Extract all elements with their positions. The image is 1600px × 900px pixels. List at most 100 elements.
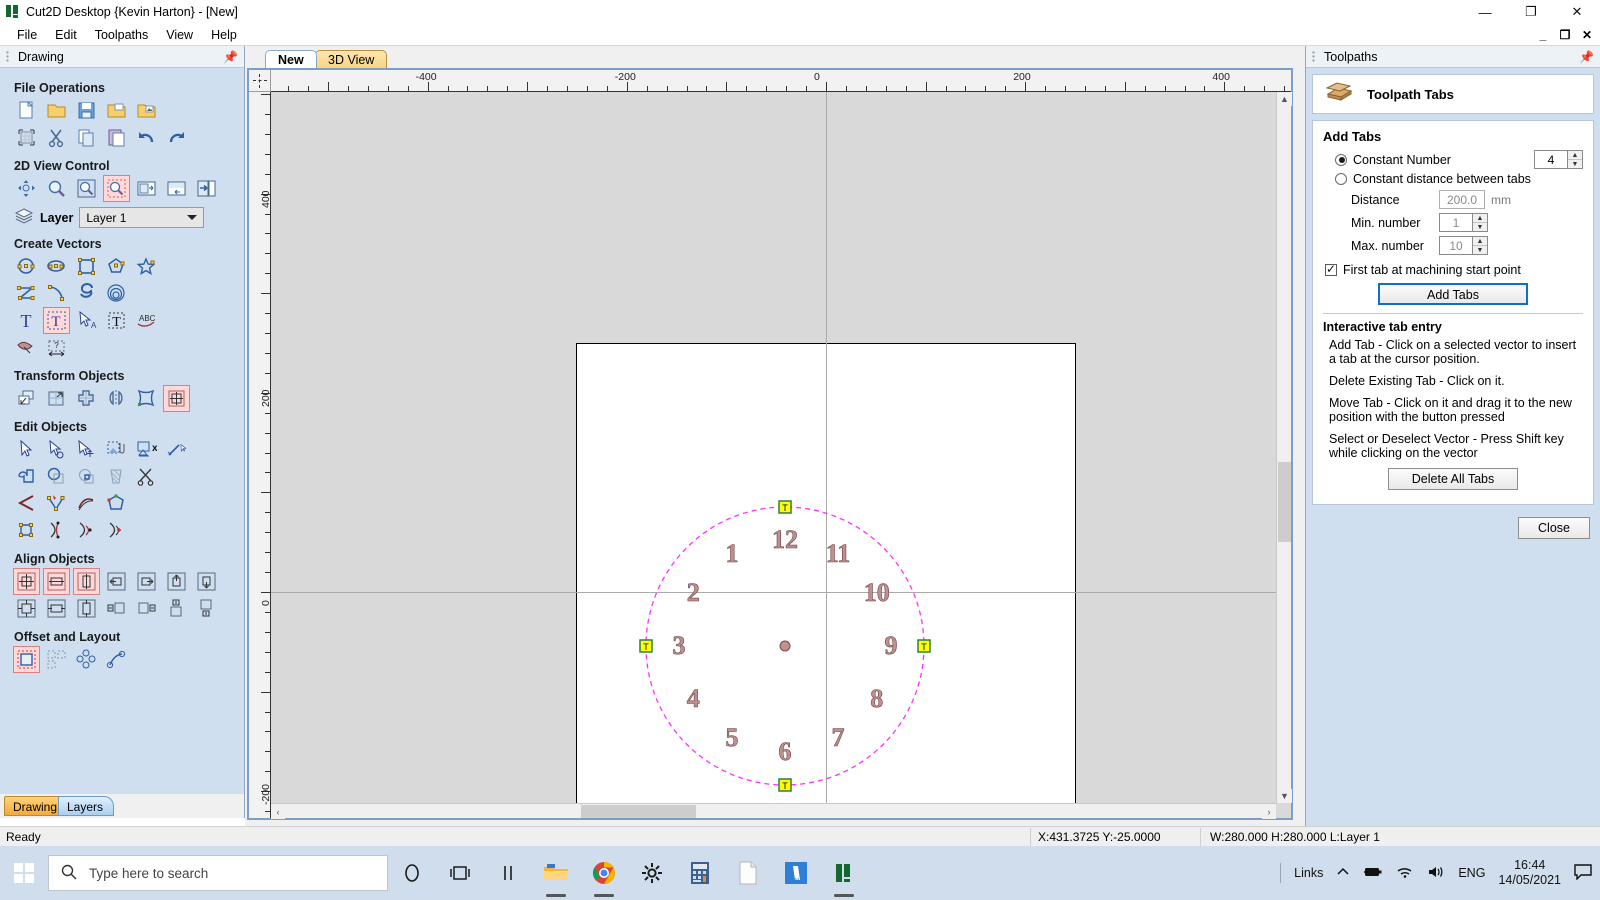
clock-numeral[interactable]: 1 (726, 539, 739, 568)
min-number-stepper[interactable]: ▲▼ (1439, 213, 1488, 232)
constant-number-radio-row[interactable]: Constant Number ▲▼ (1335, 150, 1583, 169)
vertical-scroll-thumb[interactable] (1278, 462, 1291, 542)
text-on-curve-icon[interactable]: ABC (134, 308, 159, 333)
undo-icon[interactable] (134, 125, 159, 150)
clock-face-drawing[interactable]: 121234567891011TTTT (271, 92, 1291, 818)
join-vectors-icon[interactable] (164, 437, 189, 462)
select-text-icon[interactable]: AB (74, 308, 99, 333)
clock-numeral[interactable]: 5 (726, 723, 739, 752)
calculator-icon[interactable] (683, 846, 717, 900)
taskbar-clock[interactable]: 16:44 14/05/2021 (1498, 858, 1561, 888)
drawing-canvas[interactable]: 121234567891011TTTT (271, 92, 1291, 818)
align-center-horizontal-icon[interactable] (44, 569, 69, 594)
align-top-icon[interactable] (164, 569, 189, 594)
redo-icon[interactable] (164, 125, 189, 150)
max-number-stepper[interactable]: ▲▼ (1439, 236, 1488, 255)
text-icon[interactable]: T (14, 308, 39, 333)
align-right-icon[interactable] (134, 569, 159, 594)
constant-distance-radio[interactable] (1335, 173, 1347, 185)
align-bottom-icon[interactable] (194, 569, 219, 594)
volume-icon[interactable] (1427, 865, 1445, 882)
import-icon[interactable] (134, 98, 159, 123)
first-tab-checkbox-row[interactable]: First tab at machining start point (1325, 263, 1583, 277)
menu-edit[interactable]: Edit (46, 26, 86, 44)
mdi-minimize-button[interactable]: _ (1536, 28, 1550, 42)
delete-object-icon[interactable]: x (134, 437, 159, 462)
curve-icon[interactable] (74, 281, 99, 306)
stepper-down-icon[interactable]: ▼ (1473, 246, 1487, 254)
first-tab-checkbox[interactable] (1325, 264, 1337, 276)
maximize-button[interactable]: ❐ (1508, 0, 1554, 24)
align-inside-icon[interactable] (14, 596, 39, 621)
stepper-up-icon[interactable]: ▲ (1473, 237, 1487, 246)
layer-dropdown[interactable]: Layer 1 (79, 207, 204, 228)
scroll-left-button[interactable]: ‹ (271, 804, 285, 819)
align-inside-v-icon[interactable] (74, 596, 99, 621)
stepper-down-icon[interactable]: ▼ (1568, 160, 1582, 168)
tab-3d-view[interactable]: 3D View (315, 50, 387, 68)
pin-icon[interactable]: 📌 (1579, 50, 1594, 64)
trim-curve-icon[interactable] (74, 518, 99, 543)
toggle-view-icon[interactable] (164, 176, 189, 201)
battery-icon[interactable] (1363, 865, 1383, 882)
corner-icon[interactable] (14, 491, 39, 516)
align-outside-top-icon[interactable] (164, 596, 189, 621)
dimension-icon[interactable]: ? (44, 335, 69, 360)
vertical-scrollbar[interactable]: ▲ ▼ (1276, 92, 1291, 803)
settings-icon[interactable] (635, 846, 669, 900)
close-panel-button[interactable]: Close (1518, 517, 1590, 539)
distance-input[interactable]: 200.0 (1439, 190, 1485, 209)
constant-number-radio[interactable] (1335, 154, 1347, 166)
rotate-icon[interactable] (74, 386, 99, 411)
wifi-icon[interactable] (1396, 865, 1414, 882)
zoom-selected-icon[interactable] (104, 176, 129, 201)
clock-numeral[interactable]: 10 (864, 578, 890, 607)
node-edit-icon[interactable] (44, 437, 69, 462)
align-center-vertical-icon[interactable] (74, 569, 99, 594)
star-icon[interactable] (134, 254, 159, 279)
scissors-icon[interactable] (134, 464, 159, 489)
copy-along-curve-icon[interactable] (104, 647, 129, 672)
pin-icon[interactable]: 📌 (223, 50, 238, 64)
scroll-right-button[interactable]: › (1262, 804, 1276, 819)
delete-all-tabs-button[interactable]: Delete All Tabs (1388, 468, 1518, 490)
menu-file[interactable]: File (8, 26, 46, 44)
menu-help[interactable]: Help (202, 26, 246, 44)
tab-new[interactable]: New (265, 50, 317, 68)
pan-icon[interactable] (14, 176, 39, 201)
text-block-icon[interactable]: T (104, 308, 129, 333)
horizontal-scrollbar[interactable]: ‹ › (271, 803, 1276, 818)
trace-bitmap-icon[interactable] (14, 335, 39, 360)
subtract-icon[interactable] (44, 464, 69, 489)
align-outside-right-icon[interactable] (134, 596, 159, 621)
add-tabs-button[interactable]: Add Tabs (1378, 283, 1528, 305)
tab-layers[interactable]: Layers (58, 796, 114, 816)
stepper-up-icon[interactable]: ▲ (1473, 214, 1487, 223)
windows-start-icon[interactable] (0, 846, 48, 900)
move-node-icon[interactable] (74, 437, 99, 462)
polyline-icon[interactable] (14, 281, 39, 306)
circle-icon[interactable] (14, 254, 39, 279)
select-arrow-icon[interactable] (14, 437, 39, 462)
task-view-icon[interactable] (443, 846, 477, 900)
action-center-icon[interactable] (1574, 864, 1592, 883)
open-curve-icon[interactable] (44, 518, 69, 543)
min-number-input[interactable] (1439, 213, 1473, 232)
spiral-icon[interactable] (104, 281, 129, 306)
job-setup-icon[interactable] (14, 125, 39, 150)
notepad-icon[interactable] (731, 846, 765, 900)
zoom-extents-icon[interactable] (74, 176, 99, 201)
save-file-icon[interactable] (74, 98, 99, 123)
mdi-close-button[interactable]: ✕ (1580, 28, 1594, 42)
align-inside-h-icon[interactable] (44, 596, 69, 621)
constant-distance-radio-row[interactable]: Constant distance between tabs (1335, 172, 1583, 186)
copy-icon[interactable] (74, 125, 99, 150)
distort-icon[interactable] (134, 386, 159, 411)
new-file-icon[interactable] (14, 98, 39, 123)
align-outside-left-icon[interactable] (104, 596, 129, 621)
trim-icon[interactable] (74, 464, 99, 489)
search-input[interactable]: Type here to search (48, 855, 388, 891)
horizontal-scroll-thumb[interactable] (581, 805, 696, 818)
align-center-icon[interactable] (164, 386, 189, 411)
clock-numeral[interactable]: 11 (826, 539, 851, 568)
